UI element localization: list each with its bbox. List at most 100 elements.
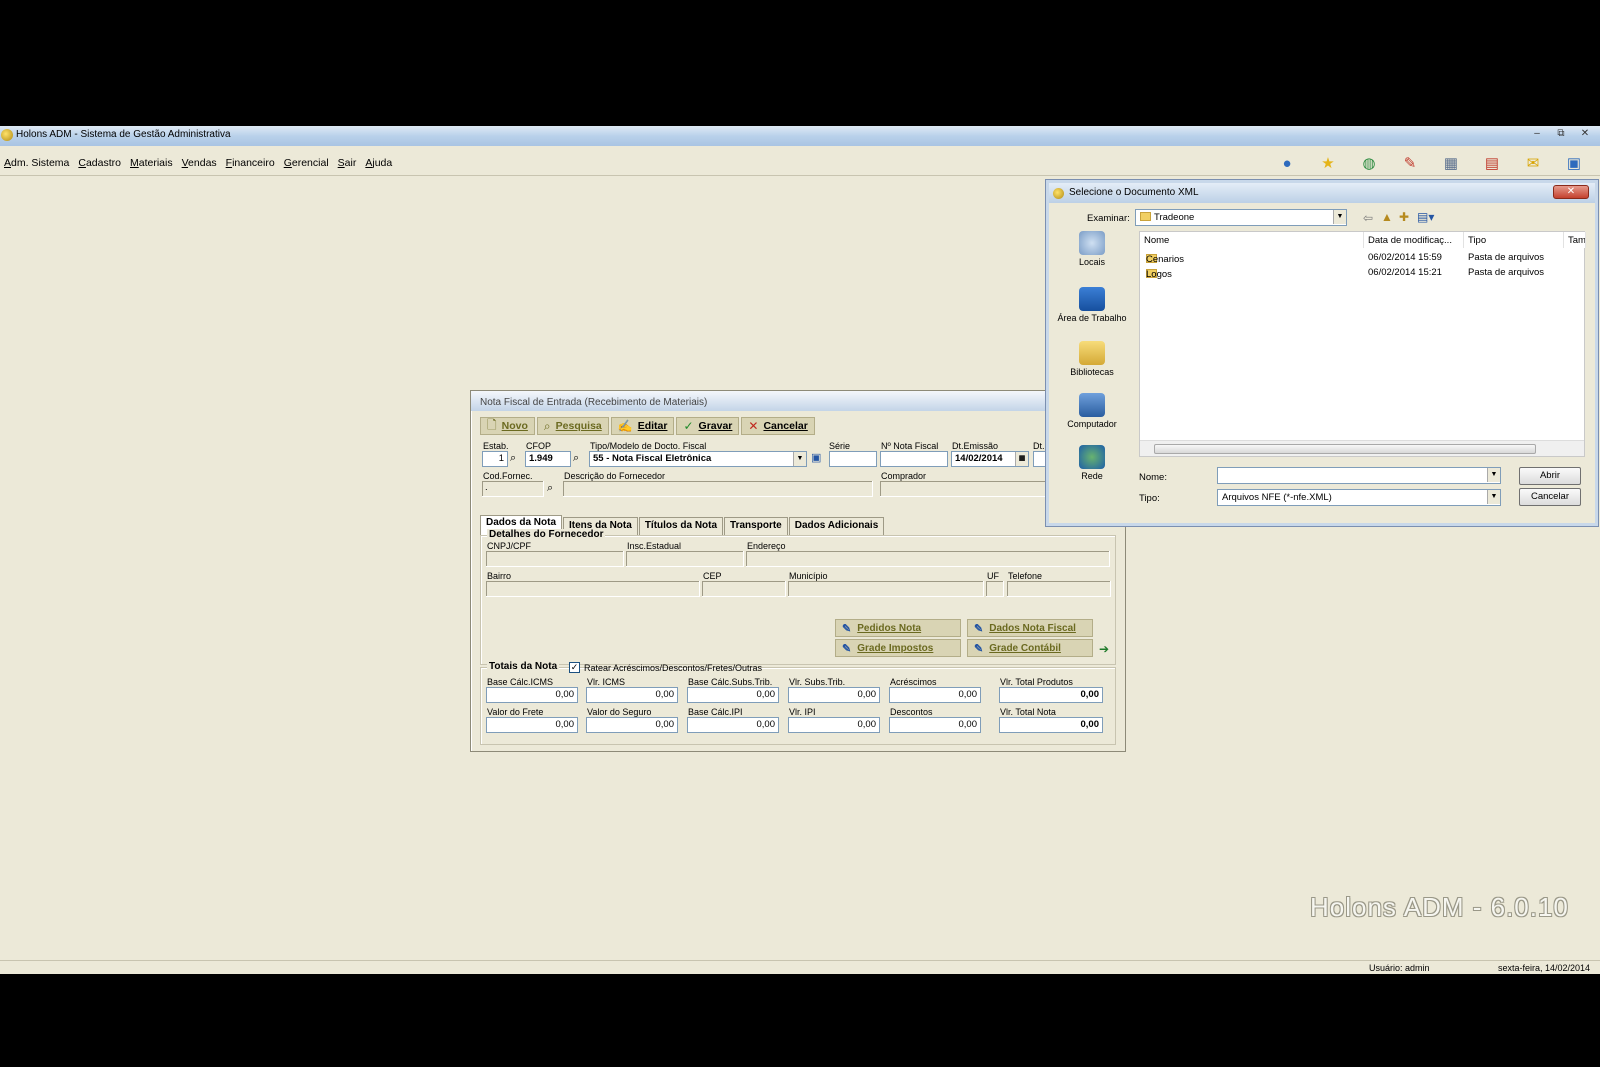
examinar-select[interactable]: Tradeone ▼	[1135, 209, 1347, 226]
editar-button[interactable]: ✍ Editar	[610, 417, 675, 435]
desc-fornec-field	[563, 481, 873, 497]
grade-impostos-button[interactable]: ✎ Grade Impostos	[835, 639, 961, 657]
libraries-icon	[1079, 341, 1105, 365]
fornec-lookup-icon[interactable]: ⌕	[547, 482, 553, 495]
pedidos-nota-button[interactable]: ✎ Pedidos Nota	[835, 619, 961, 637]
pesquisa-button[interactable]: ⌕ Pesquisa	[536, 417, 609, 435]
next-arrow-icon[interactable]: ➔	[1097, 641, 1111, 657]
totais-field[interactable]: 0,00	[586, 717, 678, 733]
calculator-icon[interactable]: ▦	[1439, 152, 1463, 174]
totais-field[interactable]: 0,00	[687, 687, 779, 703]
chevron-down-icon[interactable]: ▼	[793, 452, 806, 466]
edit-icon: ✎	[842, 642, 852, 655]
close-button[interactable]: ✕	[1576, 127, 1594, 141]
gravar-button[interactable]: ✓ Gravar	[676, 417, 740, 435]
horizontal-scrollbar[interactable]	[1140, 440, 1584, 456]
nota-fiscal-title: Nota Fiscal de Entrada (Recebimento de M…	[471, 391, 1125, 411]
grade-contabil-button[interactable]: ✎ Grade Contábil	[967, 639, 1093, 657]
chevron-down-icon[interactable]: ▼	[1487, 468, 1500, 482]
comprador-field[interactable]	[880, 481, 1050, 497]
maximize-button[interactable]: ⧉	[1552, 127, 1570, 141]
calendar-picker-icon[interactable]: ▦	[1015, 452, 1028, 466]
tipo-select[interactable]: Arquivos NFE (*-nfe.XML) ▼	[1217, 489, 1501, 506]
file-row-logos[interactable]: Logos 06/02/2014 15:21 Pasta de arquivos	[1140, 265, 1584, 280]
cfop-field[interactable]: 1.949	[525, 451, 571, 467]
emissao-label: Dt.Emissão	[952, 441, 999, 451]
dialog-close-button[interactable]: ✕	[1553, 185, 1589, 199]
column-data[interactable]: Data de modificaç...	[1364, 232, 1464, 248]
ratear-checkbox[interactable]: ✓	[569, 662, 580, 673]
numero-field[interactable]	[880, 451, 948, 467]
minimize-button[interactable]: –	[1528, 127, 1546, 141]
menu-financeiro[interactable]: Financeiro	[226, 157, 275, 169]
place-bibliotecas[interactable]: Bibliotecas	[1057, 341, 1127, 377]
tab-dados-adicionais[interactable]: Dados Adicionais	[788, 517, 885, 537]
dialog-title: Selecione o Documento XML	[1069, 187, 1199, 198]
nome-input[interactable]: ▼	[1217, 467, 1501, 484]
tipo-lookup-icon[interactable]: ▣	[811, 451, 821, 464]
totais-field[interactable]: 0,00	[889, 687, 981, 703]
status-user: Usuário: admin	[1369, 963, 1430, 973]
totais-field[interactable]: 0,00	[486, 687, 578, 703]
check-icon: ✓	[683, 419, 694, 433]
totais-label: Valor do Seguro	[587, 707, 652, 717]
totais-field[interactable]: 0,00	[889, 717, 981, 733]
totais-field[interactable]: 0,00	[788, 687, 880, 703]
column-tamanho[interactable]: Tam	[1564, 232, 1586, 248]
dialog-cancelar-button[interactable]: Cancelar	[1519, 488, 1581, 506]
back-icon[interactable]: ⇦	[1363, 211, 1373, 225]
calendar-icon[interactable]: ▤	[1480, 152, 1504, 174]
tipo-select[interactable]: 55 - Nota Fiscal Eletrônica ▼	[589, 451, 807, 467]
menu-materiais[interactable]: Materiais	[130, 157, 173, 169]
uf-field	[986, 581, 1004, 597]
column-tipo[interactable]: Tipo	[1464, 232, 1564, 248]
place-area-de-trabalho[interactable]: Área de Trabalho	[1057, 287, 1127, 323]
column-nome[interactable]: Nome	[1140, 232, 1364, 248]
place-computador[interactable]: Computador	[1057, 393, 1127, 429]
desktop-icon	[1079, 287, 1105, 311]
view-menu-icon[interactable]: ▤▾	[1417, 210, 1434, 224]
cod-fornec-field[interactable]: .	[482, 481, 544, 497]
dados-nota-fiscal-button[interactable]: ✎ Dados Nota Fiscal	[967, 619, 1093, 637]
menu-vendas[interactable]: Vendas	[182, 157, 217, 169]
tipo-label: Tipo:	[1139, 493, 1160, 504]
novo-button[interactable]: 🗋 Novo	[480, 417, 535, 435]
chevron-down-icon[interactable]: ▼	[1487, 490, 1500, 504]
estab-field[interactable]: 1	[482, 451, 508, 467]
menu-bar: Adm. Sistema Cadastro Materiais Vendas F…	[0, 152, 1600, 176]
tipo-label: Tipo/Modelo de Docto. Fiscal	[590, 441, 707, 451]
xml-icon[interactable]: ✉	[1521, 152, 1545, 174]
place-rede[interactable]: Rede	[1057, 445, 1127, 481]
place-locais[interactable]: Locais	[1057, 231, 1127, 267]
menu-adm-sistema[interactable]: Adm. Sistema	[4, 157, 69, 169]
scroll-thumb[interactable]	[1154, 444, 1536, 454]
cancelar-button[interactable]: ✕ Cancelar	[741, 417, 815, 435]
totais-field[interactable]: 0,00	[486, 717, 578, 733]
up-folder-icon[interactable]: ▲	[1381, 210, 1393, 224]
emissao-value: 14/02/2014	[955, 453, 1003, 464]
window-icon[interactable]: ▣	[1562, 152, 1586, 174]
serie-field[interactable]	[829, 451, 877, 467]
checklist-icon[interactable]: ✎	[1398, 152, 1422, 174]
chevron-down-icon[interactable]: ▼	[1333, 210, 1346, 224]
totais-label: Base Cálc.Subs.Trib.	[688, 677, 773, 687]
abrir-button[interactable]: Abrir	[1519, 467, 1581, 485]
menu-sair[interactable]: Sair	[338, 157, 357, 169]
cfop-lookup-icon[interactable]: ⌕	[573, 452, 579, 465]
menu-ajuda[interactable]: Ajuda	[365, 157, 392, 169]
totais-field[interactable]: 0,00	[788, 717, 880, 733]
cep-label: CEP	[703, 571, 722, 581]
totais-field[interactable]: 0,00	[687, 717, 779, 733]
tab-transporte[interactable]: Transporte	[724, 517, 788, 537]
totais-field[interactable]: 0,00	[586, 687, 678, 703]
estab-lookup-icon[interactable]: ⌕	[510, 452, 516, 465]
menu-cadastro[interactable]: Cadastro	[78, 157, 121, 169]
globe-icon[interactable]: ◍	[1357, 152, 1381, 174]
menu-gerencial[interactable]: Gerencial	[284, 157, 329, 169]
emissao-field[interactable]: 14/02/2014 ▦	[951, 451, 1029, 467]
file-row-cenarios[interactable]: Cenarios 06/02/2014 15:59 Pasta de arqui…	[1140, 250, 1584, 265]
star-icon[interactable]: ★	[1316, 152, 1340, 174]
user-icon[interactable]: ●	[1275, 152, 1299, 174]
new-folder-icon[interactable]: ✚	[1399, 210, 1409, 224]
tab-titulos-da-nota[interactable]: Títulos da Nota	[638, 517, 724, 537]
